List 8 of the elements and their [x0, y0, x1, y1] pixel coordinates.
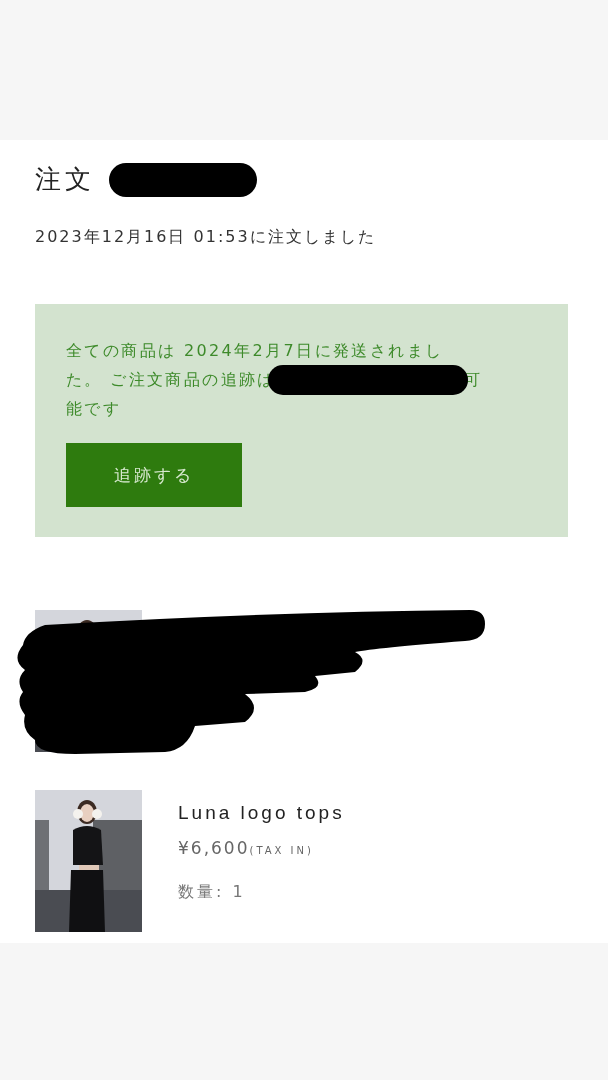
quantity-label: 数量: 1 [178, 882, 247, 903]
order-title: 注文 [35, 163, 95, 196]
product-name: Luna logo tops [178, 802, 345, 824]
order-date: 2023年12月16日 01:53に注文しました [35, 227, 377, 248]
notice-text: 全ての商品は 2024年2月7日に発送されまし [66, 340, 444, 362]
notice-text: 能です [66, 398, 122, 420]
track-button[interactable]: 追跡する [66, 443, 242, 507]
product-price: ¥6,600(TAX IN) [178, 838, 315, 858]
